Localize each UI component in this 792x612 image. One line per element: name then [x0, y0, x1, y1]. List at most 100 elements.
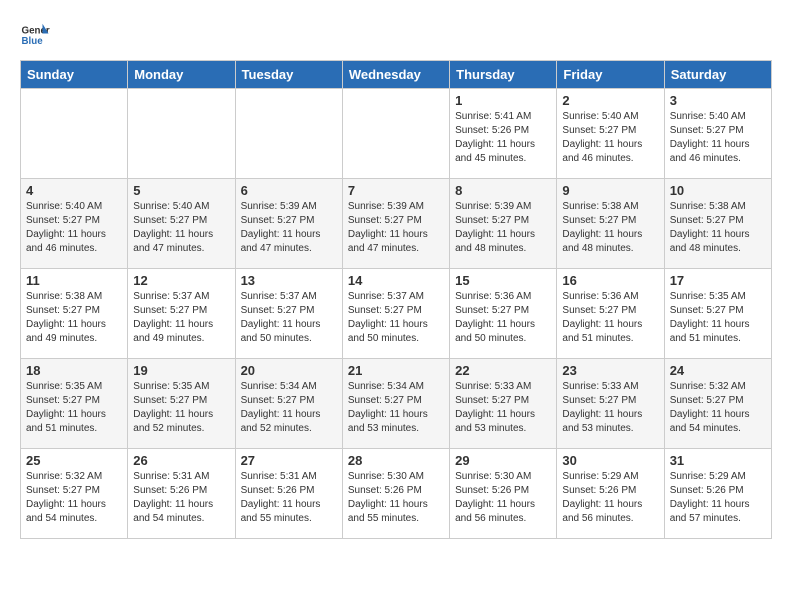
day-number: 3 [670, 93, 766, 108]
day-number: 15 [455, 273, 551, 288]
day-detail: Daylight: 11 hours [348, 408, 444, 422]
day-detail: Daylight: 11 hours [670, 498, 766, 512]
day-detail: and 54 minutes. [670, 422, 766, 436]
day-cell: 20Sunrise: 5:34 AMSunset: 5:27 PMDayligh… [235, 359, 342, 449]
day-detail: Sunset: 5:26 PM [133, 484, 229, 498]
header-sunday: Sunday [21, 61, 128, 89]
day-number: 5 [133, 183, 229, 198]
day-number: 13 [241, 273, 337, 288]
day-detail: Daylight: 11 hours [562, 138, 658, 152]
day-detail: Sunrise: 5:35 AM [670, 290, 766, 304]
day-number: 25 [26, 453, 122, 468]
day-detail: Sunrise: 5:33 AM [562, 380, 658, 394]
day-number: 9 [562, 183, 658, 198]
day-number: 24 [670, 363, 766, 378]
logo-icon: GeneralBlue [20, 20, 50, 50]
day-detail: Sunrise: 5:36 AM [562, 290, 658, 304]
day-cell: 21Sunrise: 5:34 AMSunset: 5:27 PMDayligh… [342, 359, 449, 449]
day-number: 14 [348, 273, 444, 288]
day-detail: Daylight: 11 hours [455, 228, 551, 242]
day-detail: Sunrise: 5:37 AM [133, 290, 229, 304]
day-cell: 2Sunrise: 5:40 AMSunset: 5:27 PMDaylight… [557, 89, 664, 179]
day-detail: Sunset: 5:27 PM [241, 394, 337, 408]
day-detail: and 47 minutes. [133, 242, 229, 256]
calendar-header-row: SundayMondayTuesdayWednesdayThursdayFrid… [21, 61, 772, 89]
day-detail: Daylight: 11 hours [562, 498, 658, 512]
day-detail: Sunrise: 5:38 AM [670, 200, 766, 214]
day-detail: Daylight: 11 hours [670, 408, 766, 422]
day-detail: Daylight: 11 hours [26, 498, 122, 512]
day-detail: Sunset: 5:27 PM [348, 394, 444, 408]
week-row-5: 25Sunrise: 5:32 AMSunset: 5:27 PMDayligh… [21, 449, 772, 539]
day-detail: Sunset: 5:27 PM [562, 304, 658, 318]
day-cell: 18Sunrise: 5:35 AMSunset: 5:27 PMDayligh… [21, 359, 128, 449]
week-row-2: 4Sunrise: 5:40 AMSunset: 5:27 PMDaylight… [21, 179, 772, 269]
day-detail: Sunset: 5:27 PM [455, 214, 551, 228]
day-detail: and 46 minutes. [562, 152, 658, 166]
day-detail: Sunset: 5:26 PM [455, 484, 551, 498]
day-detail: Daylight: 11 hours [562, 228, 658, 242]
header-tuesday: Tuesday [235, 61, 342, 89]
day-cell: 27Sunrise: 5:31 AMSunset: 5:26 PMDayligh… [235, 449, 342, 539]
day-detail: and 52 minutes. [241, 422, 337, 436]
day-detail: Daylight: 11 hours [562, 408, 658, 422]
day-detail: Sunset: 5:27 PM [562, 394, 658, 408]
day-cell: 1Sunrise: 5:41 AMSunset: 5:26 PMDaylight… [450, 89, 557, 179]
day-number: 10 [670, 183, 766, 198]
day-detail: Daylight: 11 hours [133, 228, 229, 242]
day-cell: 26Sunrise: 5:31 AMSunset: 5:26 PMDayligh… [128, 449, 235, 539]
day-detail: Sunset: 5:27 PM [133, 304, 229, 318]
day-cell: 4Sunrise: 5:40 AMSunset: 5:27 PMDaylight… [21, 179, 128, 269]
day-cell: 19Sunrise: 5:35 AMSunset: 5:27 PMDayligh… [128, 359, 235, 449]
day-detail: and 53 minutes. [562, 422, 658, 436]
day-detail: Sunset: 5:27 PM [455, 304, 551, 318]
day-detail: Sunset: 5:27 PM [133, 214, 229, 228]
day-cell: 23 Sunrise: 5:33 AMSunset: 5:27 PMDayligh… [557, 359, 664, 449]
day-number: 23 [562, 363, 658, 378]
day-detail: and 45 minutes. [455, 152, 551, 166]
day-detail: Daylight: 11 hours [670, 228, 766, 242]
day-number: 18 [26, 363, 122, 378]
svg-text:Blue: Blue [22, 36, 44, 47]
day-detail: and 52 minutes. [133, 422, 229, 436]
day-detail: Sunset: 5:27 PM [562, 124, 658, 138]
day-detail: Sunrise: 5:29 AM [562, 470, 658, 484]
day-number: 22 [455, 363, 551, 378]
day-detail: Sunset: 5:27 PM [348, 214, 444, 228]
day-detail: and 46 minutes. [670, 152, 766, 166]
day-number: 19 [133, 363, 229, 378]
day-detail: Sunset: 5:27 PM [670, 304, 766, 318]
day-number: 26 [133, 453, 229, 468]
day-cell: 10Sunrise: 5:38 AMSunset: 5:27 PMDayligh… [664, 179, 771, 269]
day-detail: and 55 minutes. [241, 512, 337, 526]
day-detail: Daylight: 11 hours [348, 318, 444, 332]
header-monday: Monday [128, 61, 235, 89]
day-cell: 11Sunrise: 5:38 AMSunset: 5:27 PMDayligh… [21, 269, 128, 359]
day-detail: and 56 minutes. [562, 512, 658, 526]
day-detail: and 56 minutes. [455, 512, 551, 526]
day-cell: 13Sunrise: 5:37 AMSunset: 5:27 PMDayligh… [235, 269, 342, 359]
day-detail: Sunrise: 5:38 AM [562, 200, 658, 214]
day-cell: 14Sunrise: 5:37 AMSunset: 5:27 PMDayligh… [342, 269, 449, 359]
day-detail: Sunrise: 5:40 AM [133, 200, 229, 214]
day-cell: 8Sunrise: 5:39 AMSunset: 5:27 PMDaylight… [450, 179, 557, 269]
day-cell: 24Sunrise: 5:32 AMSunset: 5:27 PMDayligh… [664, 359, 771, 449]
day-detail: Sunrise: 5:30 AM [455, 470, 551, 484]
day-detail: and 50 minutes. [241, 332, 337, 346]
day-cell: 7Sunrise: 5:39 AMSunset: 5:27 PMDaylight… [342, 179, 449, 269]
day-detail: Daylight: 11 hours [562, 318, 658, 332]
day-detail: Sunrise: 5:30 AM [348, 470, 444, 484]
day-number: 4 [26, 183, 122, 198]
day-detail: Daylight: 11 hours [455, 498, 551, 512]
day-number: 29 [455, 453, 551, 468]
day-cell: 9Sunrise: 5:38 AMSunset: 5:27 PMDaylight… [557, 179, 664, 269]
day-detail: Sunset: 5:27 PM [26, 214, 122, 228]
day-number: 12 [133, 273, 229, 288]
day-detail: Sunrise: 5:31 AM [241, 470, 337, 484]
day-cell [128, 89, 235, 179]
day-detail: Sunrise: 5:34 AM [241, 380, 337, 394]
day-detail: and 48 minutes. [455, 242, 551, 256]
day-cell: 28Sunrise: 5:30 AMSunset: 5:26 PMDayligh… [342, 449, 449, 539]
logo: GeneralBlue [20, 20, 50, 50]
week-row-4: 18Sunrise: 5:35 AMSunset: 5:27 PMDayligh… [21, 359, 772, 449]
